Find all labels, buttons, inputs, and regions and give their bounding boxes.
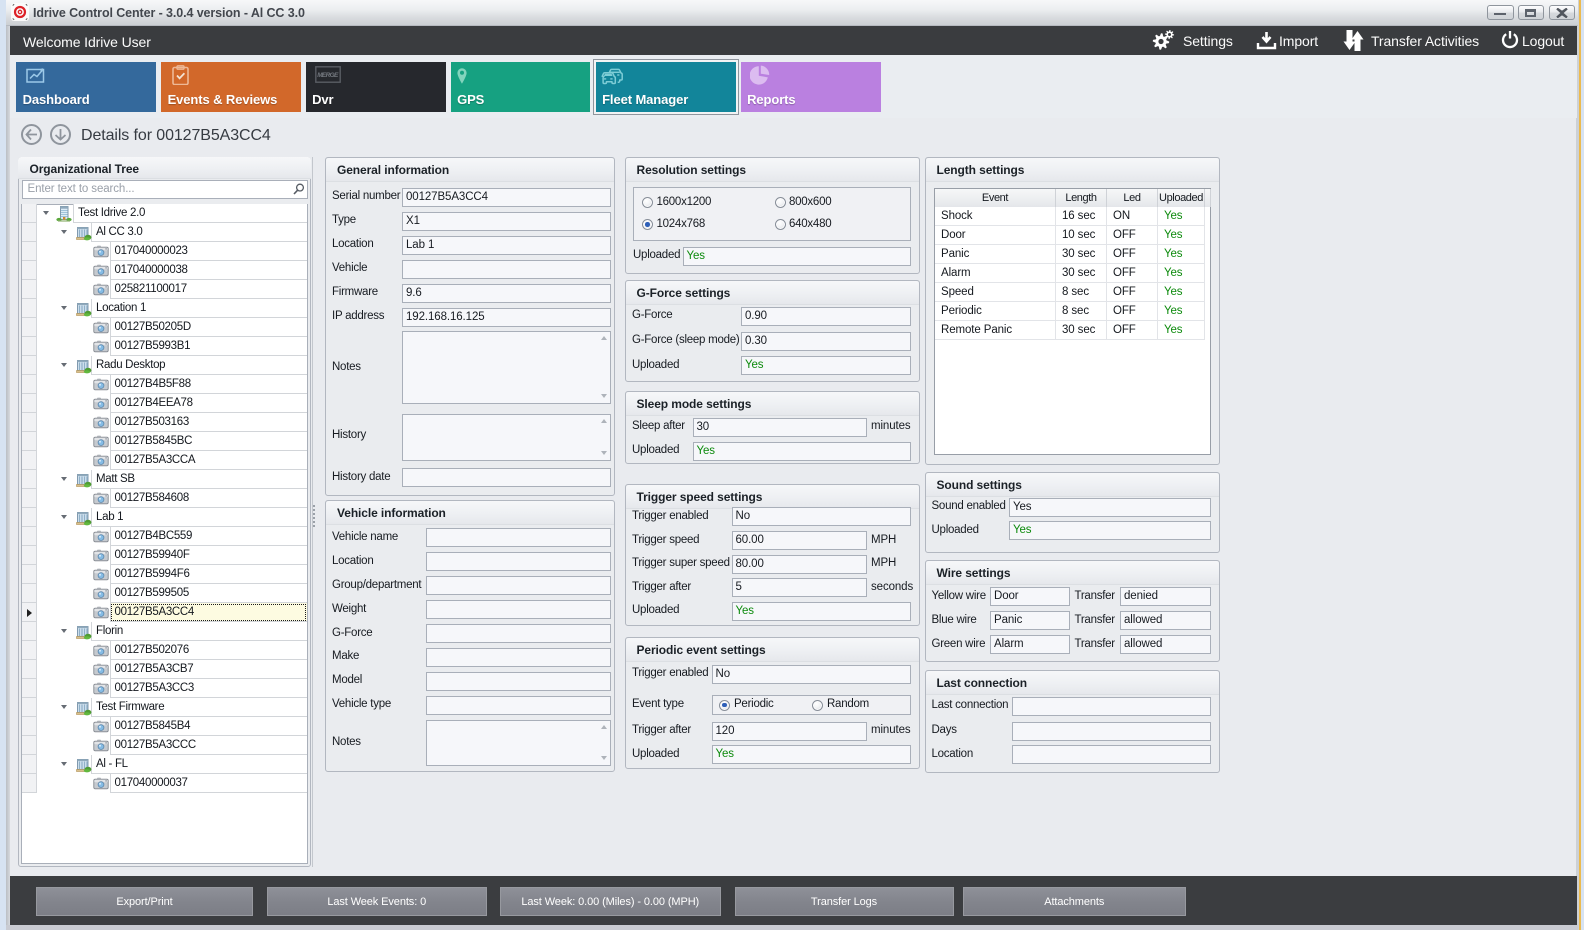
svg-text:MERGE: MERGE <box>317 72 339 79</box>
